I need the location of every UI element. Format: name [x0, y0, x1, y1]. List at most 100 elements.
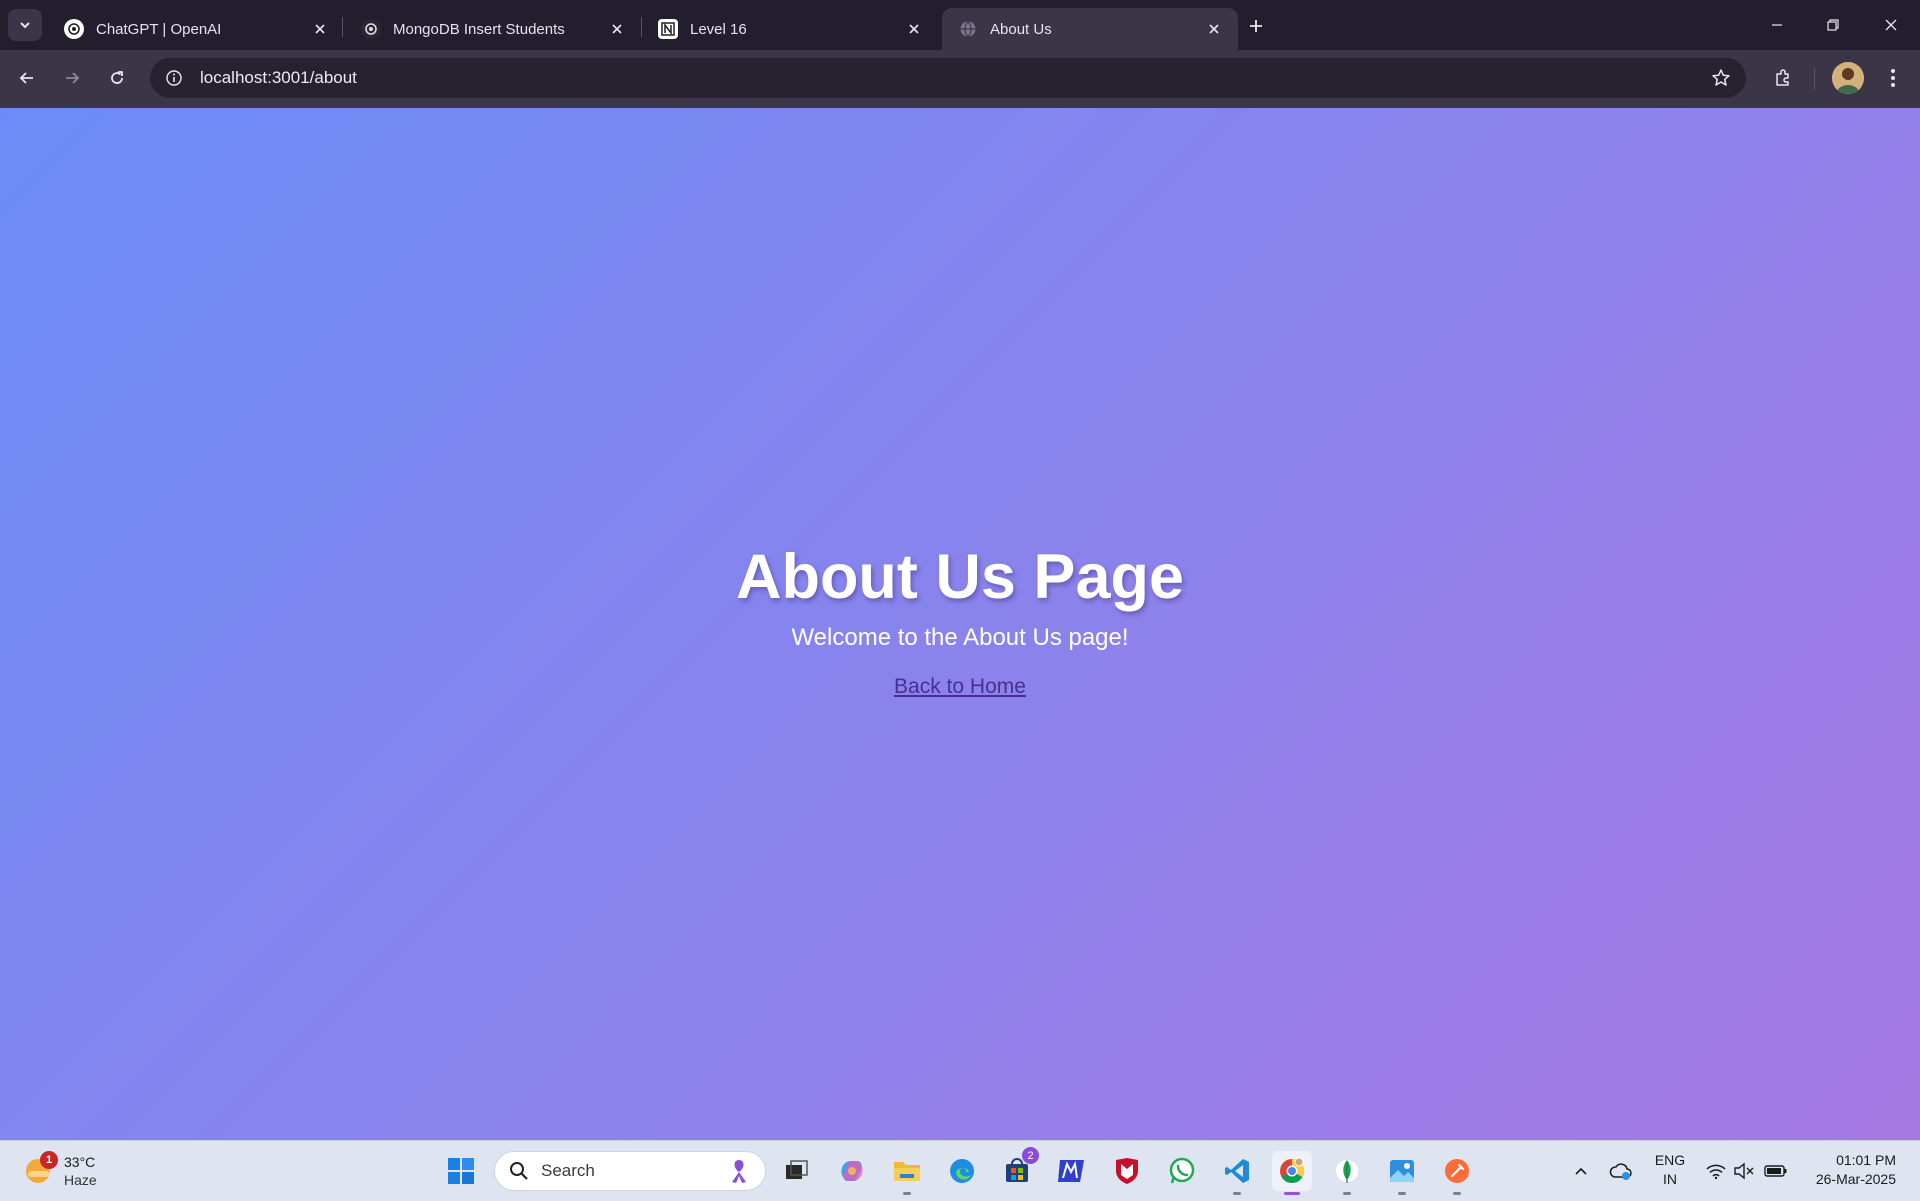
close-icon[interactable]	[1204, 19, 1224, 39]
running-indicator	[1233, 1192, 1241, 1195]
whatsapp-button[interactable]	[1162, 1151, 1202, 1191]
close-window-button[interactable]	[1874, 10, 1908, 40]
new-tab-button[interactable]	[1242, 12, 1270, 40]
restore-icon	[1827, 19, 1839, 31]
minimize-icon	[1772, 24, 1782, 26]
tab-chatgpt[interactable]: ChatGPT | OpenAI	[48, 8, 344, 50]
mathpix-button[interactable]	[1052, 1151, 1092, 1191]
reload-button[interactable]	[100, 61, 134, 95]
battery-icon	[1764, 1165, 1787, 1177]
close-icon[interactable]	[904, 19, 924, 39]
extensions-button[interactable]	[1766, 61, 1800, 95]
taskbar: 1 33°C Haze Search 2 ENG IN 01:01 PM 26-…	[0, 1140, 1920, 1201]
mcafee-button[interactable]	[1107, 1151, 1147, 1191]
battery-tray[interactable]	[1763, 1157, 1789, 1185]
tab-strip: ChatGPT | OpenAI MongoDB Insert Students…	[0, 0, 1920, 50]
volume-tray[interactable]	[1731, 1157, 1757, 1185]
folder-icon	[894, 1162, 920, 1181]
cloud-sync-icon	[1609, 1163, 1632, 1180]
photos-icon	[1390, 1160, 1414, 1182]
system-clock[interactable]: 01:01 PM 26-Mar-2025	[1796, 1151, 1896, 1189]
close-icon[interactable]	[607, 19, 627, 39]
openai-icon	[64, 19, 84, 39]
postman-icon	[1445, 1159, 1469, 1183]
puzzle-icon	[1776, 69, 1789, 86]
globe-icon	[958, 19, 978, 39]
app-m-icon	[1058, 1160, 1084, 1182]
copilot-button[interactable]	[832, 1151, 872, 1191]
photos-button[interactable]	[1382, 1151, 1422, 1195]
mongodb-compass-button[interactable]	[1327, 1151, 1367, 1195]
tab-title: ChatGPT | OpenAI	[96, 20, 222, 38]
toolbar-separator	[1814, 68, 1815, 90]
running-indicator	[1343, 1192, 1351, 1195]
plus-icon	[1250, 20, 1262, 32]
shield-icon	[1116, 1158, 1138, 1184]
tab-mongodb[interactable]: MongoDB Insert Students	[345, 8, 641, 50]
wifi-tray[interactable]	[1703, 1157, 1729, 1185]
tab-title: MongoDB Insert Students	[393, 20, 565, 38]
search-icon	[509, 1161, 529, 1181]
tab-search-button[interactable]	[8, 9, 42, 41]
minimize-button[interactable]	[1760, 10, 1794, 40]
browser-toolbar: localhost:3001/about	[0, 50, 1920, 108]
postman-button[interactable]	[1437, 1151, 1477, 1195]
tab-separator	[342, 17, 343, 37]
page-viewport: About Us Page Welcome to the About Us pa…	[0, 108, 1920, 1140]
speaker-muted-icon	[1734, 1162, 1754, 1180]
language-code: ENG	[1654, 1152, 1686, 1168]
back-button[interactable]	[10, 61, 44, 95]
clock-time: 01:01 PM	[1836, 1152, 1896, 1168]
address-bar[interactable]: localhost:3001/about	[150, 58, 1746, 98]
running-indicator	[903, 1192, 911, 1195]
running-indicator	[1453, 1192, 1461, 1195]
onedrive-tray[interactable]	[1608, 1157, 1634, 1185]
notion-icon	[658, 19, 678, 39]
restore-button[interactable]	[1816, 10, 1850, 40]
microsoft-store-button[interactable]: 2	[997, 1147, 1039, 1191]
tab-about-us[interactable]: About Us	[942, 8, 1238, 50]
bookmark-star-icon[interactable]	[1710, 67, 1732, 89]
taskbar-search[interactable]: Search	[494, 1151, 766, 1191]
tab-level16[interactable]: Level 16	[642, 8, 938, 50]
start-button[interactable]	[441, 1151, 481, 1191]
search-placeholder: Search	[541, 1161, 595, 1180]
forward-button[interactable]	[55, 61, 89, 95]
windows-logo-icon	[448, 1158, 474, 1184]
copilot-icon	[841, 1161, 863, 1181]
vscode-icon	[1225, 1159, 1249, 1183]
notification-badge: 1	[40, 1151, 58, 1169]
clock-date: 26-Mar-2025	[1815, 1171, 1896, 1187]
tab-title: About Us	[990, 20, 1052, 38]
store-notification-badge: 2	[1022, 1147, 1039, 1164]
whatsapp-icon	[1169, 1157, 1195, 1184]
vscode-button[interactable]	[1217, 1151, 1257, 1195]
show-hidden-icons-button[interactable]	[1568, 1157, 1594, 1185]
url-text[interactable]: localhost:3001/about	[200, 68, 357, 88]
arrow-left-icon	[19, 72, 33, 84]
mongodb-leaf-icon	[1336, 1160, 1358, 1183]
about-section: About Us Page Welcome to the About Us pa…	[0, 541, 1920, 699]
language-region: IN	[1663, 1171, 1677, 1187]
more-vertical-icon	[1891, 69, 1895, 87]
edge-button[interactable]	[942, 1151, 982, 1191]
openai-icon	[361, 19, 381, 39]
reload-icon	[111, 71, 123, 84]
chevron-down-icon	[20, 22, 30, 29]
awareness-ribbon-icon	[725, 1157, 753, 1185]
close-icon	[1885, 19, 1897, 31]
profile-avatar[interactable]	[1832, 62, 1864, 94]
browser-menu-button[interactable]	[1878, 61, 1908, 95]
close-icon[interactable]	[310, 19, 330, 39]
file-explorer-button[interactable]	[887, 1151, 927, 1195]
input-language-indicator[interactable]: ENG IN	[1646, 1151, 1694, 1189]
weather-condition: Haze	[64, 1172, 97, 1188]
chrome-button[interactable]	[1272, 1151, 1312, 1195]
back-to-home-link[interactable]: Back to Home	[894, 675, 1026, 699]
info-icon[interactable]	[162, 66, 186, 90]
edge-icon	[950, 1159, 974, 1183]
weather-widget[interactable]: 1 33°C Haze	[22, 1151, 112, 1191]
task-view-button[interactable]	[777, 1151, 817, 1191]
welcome-text: Welcome to the About Us page!	[791, 624, 1129, 651]
task-view-icon	[786, 1160, 808, 1179]
